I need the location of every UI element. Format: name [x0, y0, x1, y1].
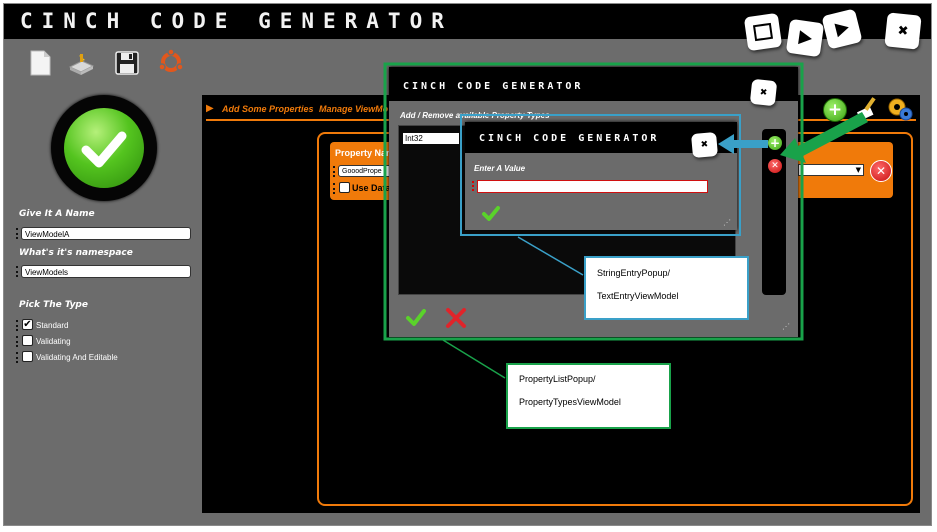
property-list-annotation: PropertyListPopup/ PropertyTypesViewMode… — [506, 363, 671, 429]
annotation-line: TextEntryViewModel — [597, 291, 679, 301]
green-arrow-icon — [780, 112, 868, 163]
string-entry-connector — [517, 236, 584, 276]
annotation-line: PropertyTypesViewModel — [519, 397, 621, 407]
annotation-line: PropertyListPopup/ — [519, 374, 596, 384]
annotation-line: StringEntryPopup/ — [597, 268, 671, 278]
property-list-connector — [442, 339, 506, 379]
string-entry-highlight — [460, 114, 741, 236]
annotation-overlay — [383, 62, 868, 379]
blue-arrow-icon — [718, 134, 768, 154]
string-entry-annotation: StringEntryPopup/ TextEntryViewModel — [584, 256, 749, 320]
